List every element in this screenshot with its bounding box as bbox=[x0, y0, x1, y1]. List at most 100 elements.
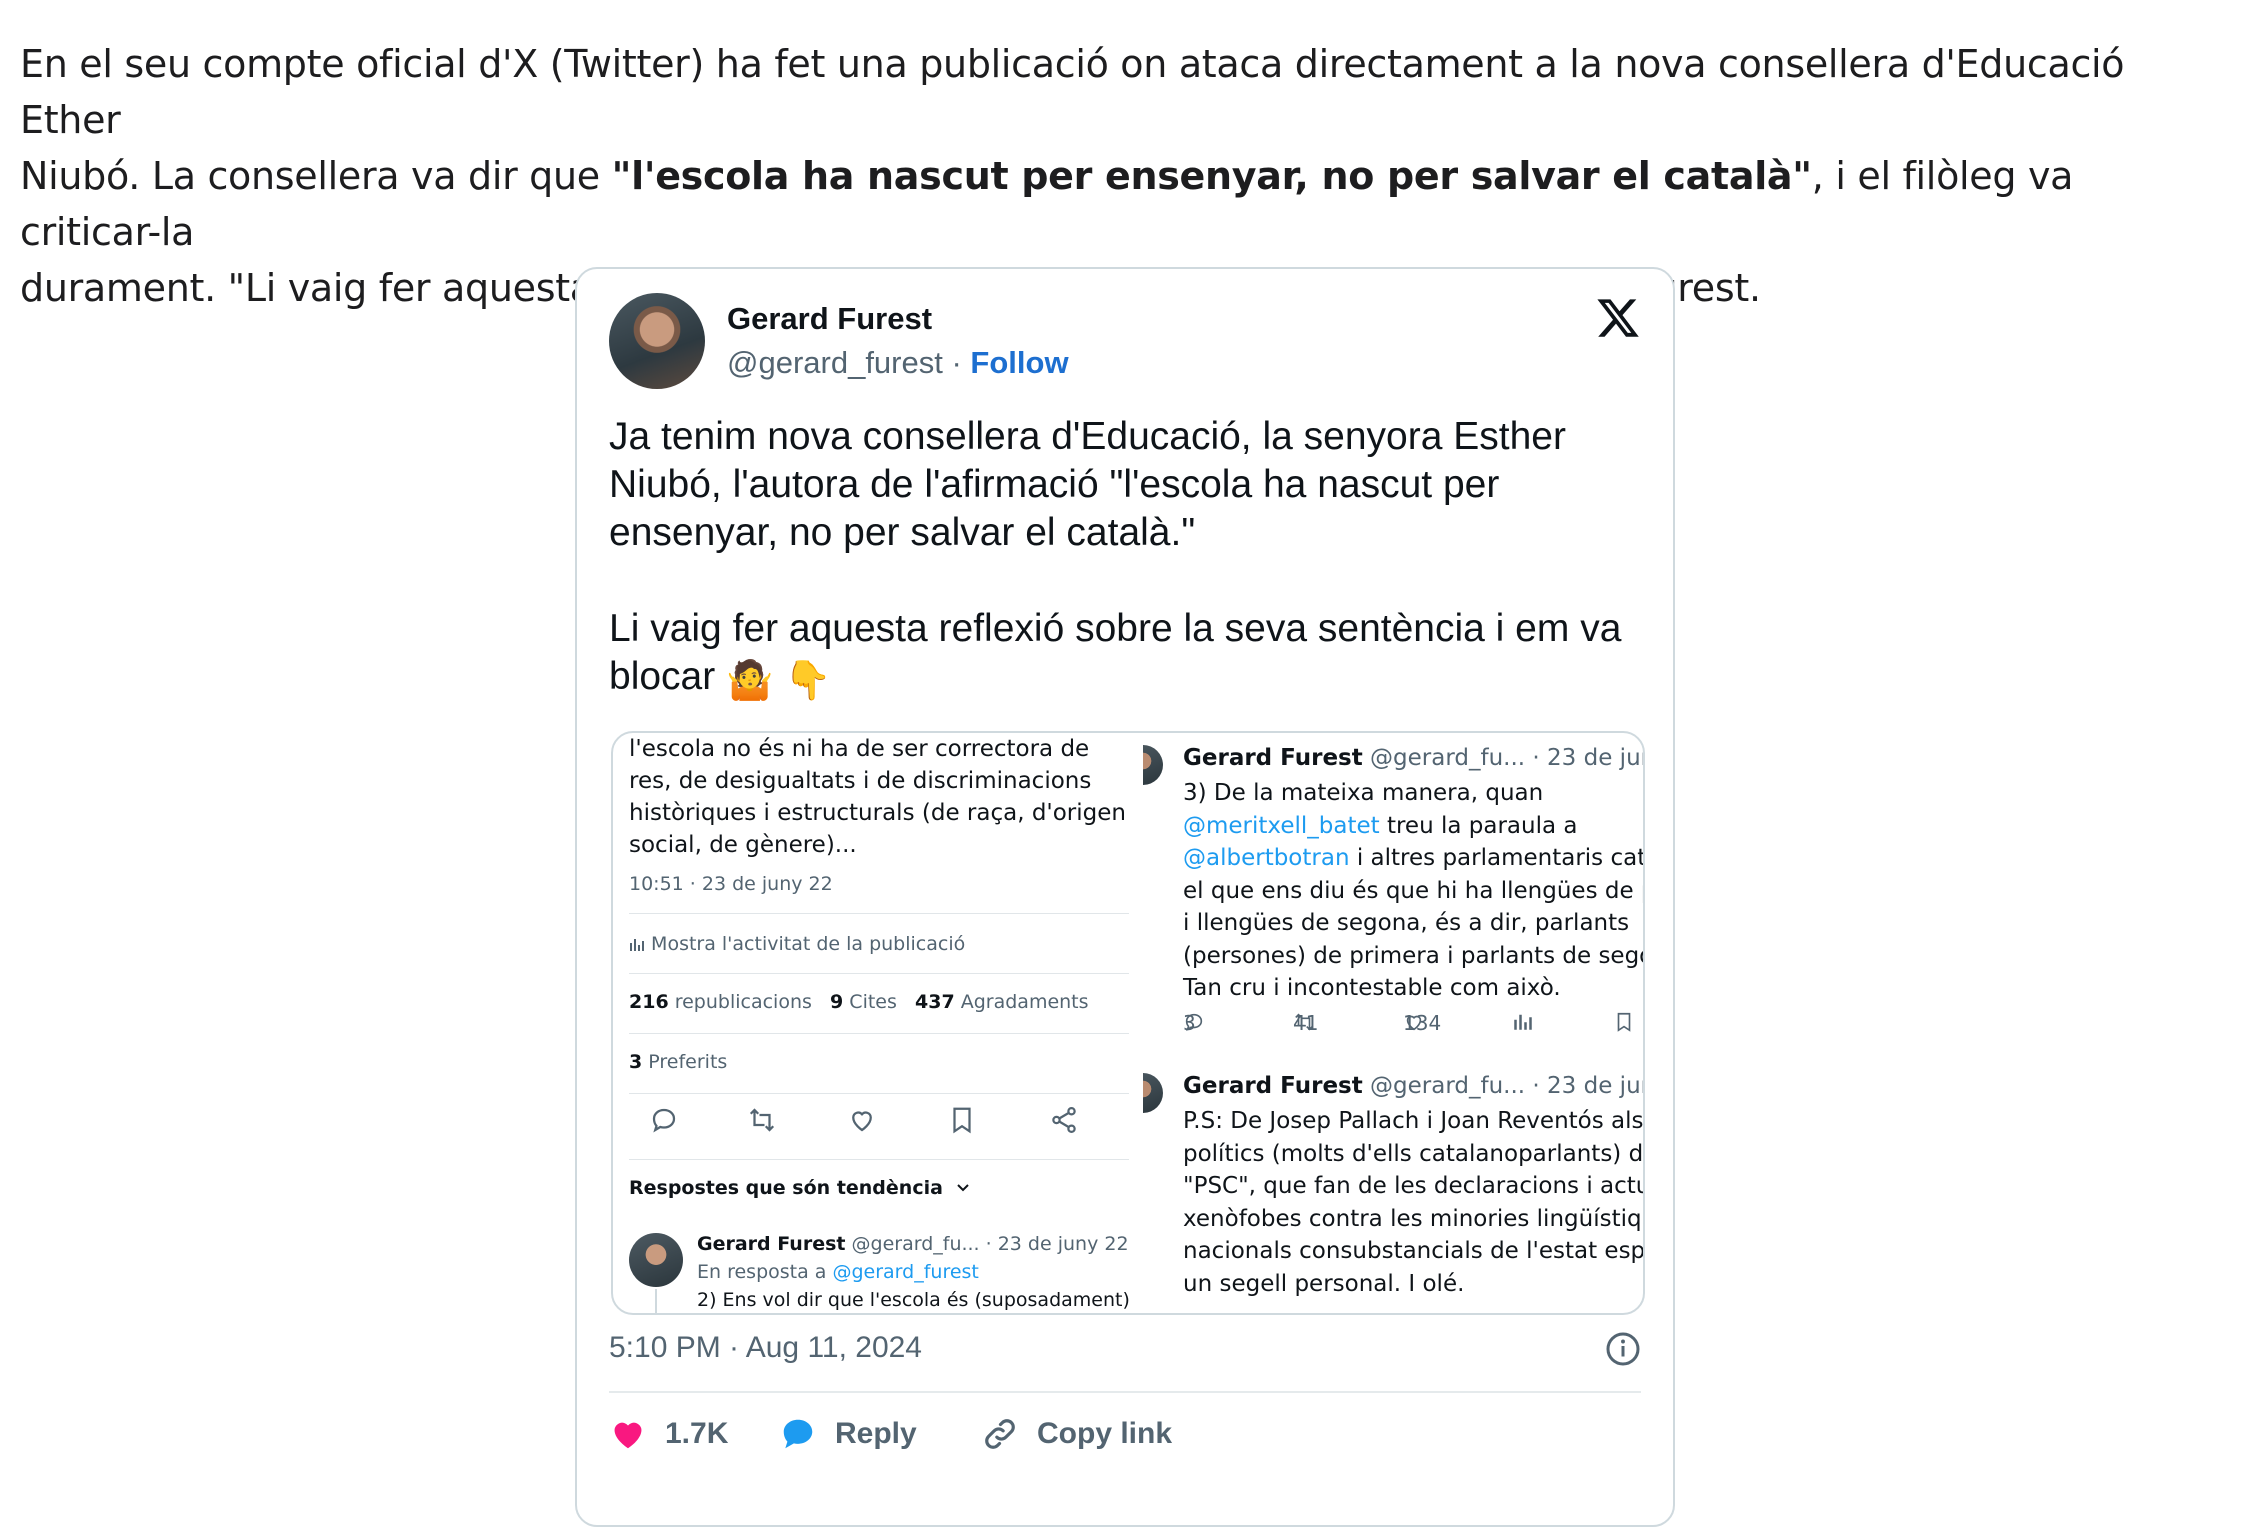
analytics-icon bbox=[630, 939, 644, 951]
article-line-2: Niubó. La consellera va dir que "l'escol… bbox=[20, 148, 2220, 260]
post1-line: @albertbotran i altres parlamentaris cat… bbox=[1183, 842, 1643, 875]
handle-separator: · bbox=[942, 345, 971, 380]
divider bbox=[629, 1033, 1129, 1034]
author-handle-row: @gerard_furest · Follow bbox=[727, 345, 1069, 381]
attached-screenshot[interactable]: l'escola no és ni ha de ser correctora d… bbox=[611, 731, 1645, 1315]
divider bbox=[629, 913, 1129, 914]
reply-author: Gerard Furest bbox=[697, 1233, 846, 1255]
author-name[interactable]: Gerard Furest bbox=[727, 301, 932, 337]
post1-author: Gerard Furest bbox=[1183, 745, 1363, 771]
like-button[interactable]: 1.7K bbox=[609, 1415, 728, 1453]
divider bbox=[629, 973, 1129, 974]
reply-button[interactable]: Reply bbox=[779, 1415, 917, 1453]
screenshot-right-panel: Gerard Furest @gerard_fu... · 23 de juny… bbox=[1143, 733, 1643, 1313]
post-stats: 216 republicacions 9 Cites 437 Agradamen… bbox=[629, 991, 1089, 1013]
heart-icon bbox=[614, 1422, 642, 1449]
activity-label: Mostra l'activitat de la publicació bbox=[651, 933, 966, 955]
author-avatar[interactable] bbox=[609, 293, 705, 389]
post2-header: Gerard Furest @gerard_fu... · 23 de juny… bbox=[1183, 1073, 1643, 1099]
post1-action-bar: 3 41 134 bbox=[1183, 1011, 1643, 1041]
reply-icon bbox=[649, 1105, 683, 1139]
in-reply-handle: @gerard_furest bbox=[832, 1261, 979, 1283]
article-quote: "l'escola ha nascut per ensenyar, no per… bbox=[611, 154, 1812, 198]
bookmark-icon bbox=[1613, 1011, 1635, 1033]
post2-text: P.S: De Josep Pallach i Joan Reventós al… bbox=[1183, 1105, 1643, 1300]
reply-text: 2) Ens vol dir que l'escola és (suposada… bbox=[697, 1289, 1130, 1311]
in-reply-to: En resposta a @gerard_furest bbox=[697, 1261, 979, 1283]
tweet-text: Ja tenim nova consellera d'Educació, la … bbox=[609, 413, 1649, 705]
quoted-text: l'escola no és ni ha de ser correctora d… bbox=[629, 736, 1126, 858]
post1-line: (persones) de primera i parlants de sego… bbox=[1183, 942, 1643, 969]
quotes-label: Cites bbox=[843, 991, 897, 1013]
author-handle[interactable]: @gerard_furest bbox=[727, 345, 943, 380]
reply-header: Gerard Furest @gerard_fu... · 23 de juny… bbox=[697, 1233, 1129, 1255]
post1-avatar bbox=[1143, 745, 1163, 785]
post2-line: polítics (molts d'ells catalanoparlants)… bbox=[1183, 1140, 1643, 1167]
shrug-emoji-icon: 🤷 bbox=[726, 660, 774, 702]
divider bbox=[629, 1159, 1129, 1160]
post2-line: "PSC", que fan de les declaracions i act… bbox=[1183, 1173, 1643, 1199]
post1-line: Tan cru i incontestable com això. bbox=[1183, 975, 1561, 1001]
divider bbox=[629, 1093, 1129, 1094]
post1-reposts: 41 bbox=[1293, 1011, 1319, 1035]
x-logo-icon[interactable] bbox=[1595, 295, 1641, 341]
post2-line: un segell personal. I olé. bbox=[1183, 1270, 1465, 1297]
post1-line-text: treu la paraula a bbox=[1379, 812, 1578, 839]
tweet-paragraph-1: Ja tenim nova consellera d'Educació, la … bbox=[609, 415, 1566, 554]
post2-line: P.S: De Josep Pallach i Joan Reventós al… bbox=[1183, 1108, 1643, 1134]
post-action-bar bbox=[629, 1105, 1129, 1145]
like-count: 1.7K bbox=[665, 1417, 729, 1450]
bookmarks-stat: 3 Preferits bbox=[629, 1051, 727, 1073]
pointing-down-emoji-icon: 👇 bbox=[784, 660, 832, 702]
post1-line: el que ens diu és que hi ha llengües de … bbox=[1183, 877, 1643, 904]
post1-likes: 134 bbox=[1403, 1011, 1441, 1035]
quotes-count: 9 bbox=[830, 991, 844, 1013]
divider bbox=[609, 1391, 1641, 1393]
tweet-paragraph-2: Li vaig fer aquesta reflexió sobre la se… bbox=[609, 605, 1649, 705]
reply-handle-date: @gerard_fu... · 23 de juny 22 bbox=[845, 1233, 1129, 1255]
like-icon bbox=[847, 1105, 881, 1139]
reply-label: Reply bbox=[835, 1417, 917, 1450]
post1-likes-count: 134 bbox=[1403, 1011, 1442, 1035]
quoted-time: 10:51 · 23 de juny 22 bbox=[629, 873, 833, 895]
link-icon bbox=[985, 1419, 1015, 1449]
copy-link-label: Copy link bbox=[1037, 1417, 1173, 1450]
post1-line: @meritxell_batet treu la paraula a bbox=[1183, 810, 1643, 843]
bookmarks-label: Preferits bbox=[642, 1051, 728, 1073]
post1-line: 3) De la mateixa manera, quan bbox=[1183, 780, 1544, 806]
analytics-icon bbox=[1513, 1011, 1533, 1031]
likes-count: 437 bbox=[915, 991, 955, 1013]
info-icon[interactable] bbox=[1605, 1331, 1641, 1367]
repost-icon bbox=[747, 1105, 781, 1139]
post2-line: nacionals consubstancials de l'estat esp… bbox=[1183, 1238, 1643, 1264]
bookmark-icon bbox=[947, 1105, 981, 1139]
post1-reposts-count: 41 bbox=[1293, 1011, 1319, 1035]
screenshot-left-panel: l'escola no és ni ha de ser correctora d… bbox=[613, 733, 1143, 1313]
chevron-down-icon bbox=[956, 1184, 969, 1192]
copy-link-button[interactable]: Copy link bbox=[981, 1415, 1172, 1453]
follow-button[interactable]: Follow bbox=[970, 345, 1068, 380]
post1-replies-count: 3 bbox=[1183, 1011, 1196, 1035]
article-line-1: En el seu compte oficial d'X (Twitter) h… bbox=[20, 42, 2125, 142]
tweet-footer: 1.7K Reply Copy link bbox=[609, 1415, 1649, 1465]
post1-handle-date: @gerard_fu... · 23 de juny 22 bbox=[1370, 745, 1643, 771]
post2-avatar bbox=[1143, 1073, 1163, 1113]
reply-bubble-icon bbox=[783, 1419, 813, 1449]
reposts-label: republicacions bbox=[668, 991, 812, 1013]
share-icon bbox=[1049, 1105, 1083, 1139]
post-activity-link: Mostra l'activitat de la publicació bbox=[629, 933, 965, 955]
post2-author: Gerard Furest bbox=[1183, 1073, 1363, 1099]
article-line-2-start: Niubó. La consellera va dir que bbox=[20, 154, 612, 198]
post2-line: xenòfobes contra les minories lingüístiq… bbox=[1183, 1205, 1643, 1232]
tweet-embed-card: Gerard Furest @gerard_furest · Follow Ja… bbox=[575, 267, 1675, 1527]
reposts-count: 216 bbox=[629, 991, 669, 1013]
post1-header: Gerard Furest @gerard_fu... · 23 de juny… bbox=[1183, 745, 1643, 771]
tweet-timestamp[interactable]: 5:10 PM · Aug 11, 2024 bbox=[609, 1331, 922, 1365]
trending-label: Respostes que són tendència bbox=[629, 1177, 943, 1199]
trending-replies-header: Respostes que són tendència bbox=[629, 1177, 970, 1199]
reply-avatar bbox=[629, 1233, 683, 1287]
post2-handle-date: @gerard_fu... · 23 de juny 22 bbox=[1370, 1073, 1643, 1099]
mention-link: @meritxell_batet bbox=[1183, 812, 1380, 839]
in-reply-prefix: En resposta a bbox=[697, 1261, 833, 1283]
bookmarks-count: 3 bbox=[629, 1051, 643, 1073]
